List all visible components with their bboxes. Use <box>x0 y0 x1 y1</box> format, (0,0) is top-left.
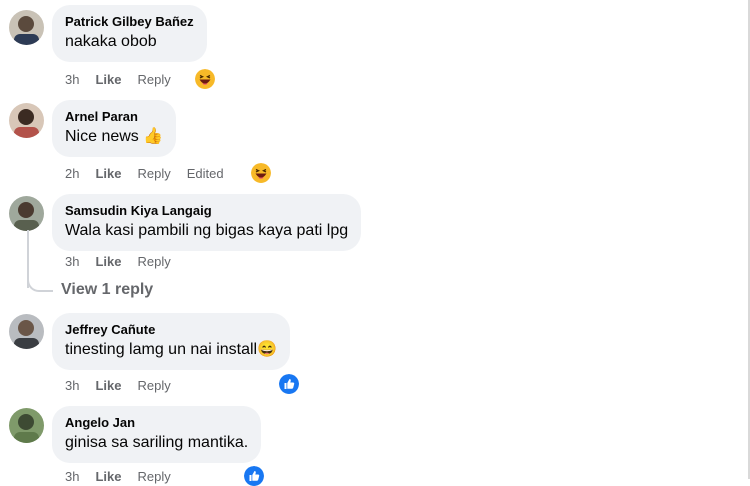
like-button[interactable]: Like <box>95 254 121 269</box>
comment-actions: 3h Like Reply <box>65 378 187 393</box>
like-button[interactable]: Like <box>95 469 121 484</box>
comment-author[interactable]: Arnel Paran <box>65 108 163 126</box>
comment-time[interactable]: 3h <box>65 254 79 269</box>
comment-time[interactable]: 3h <box>65 469 79 484</box>
comment-time[interactable]: 3h <box>65 378 79 393</box>
haha-reaction-icon[interactable] <box>251 163 271 183</box>
comment-author[interactable]: Jeffrey Cañute <box>65 321 277 339</box>
avatar[interactable] <box>9 103 44 138</box>
like-button[interactable]: Like <box>95 378 121 393</box>
comment-author[interactable]: Samsudin Kiya Langaig <box>65 202 348 220</box>
edited-label[interactable]: Edited <box>187 166 224 181</box>
comment-text: Nice news 👍 <box>65 128 164 145</box>
like-button[interactable]: Like <box>95 72 121 87</box>
reply-button[interactable]: Reply <box>137 469 170 484</box>
like-reaction-icon[interactable] <box>244 466 264 486</box>
comment-bubble: Arnel Paran Nice news 👍 <box>52 100 177 157</box>
avatar[interactable] <box>9 10 44 45</box>
haha-reaction-icon[interactable] <box>195 69 215 89</box>
comment-actions: 2h Like Reply Edited <box>65 166 240 181</box>
comment-author[interactable]: Angelo Jan <box>65 414 248 432</box>
reply-button[interactable]: Reply <box>137 72 170 87</box>
comment-time[interactable]: 2h <box>65 166 79 181</box>
comment-bubble: Samsudin Kiya Langaig Wala kasi pambili … <box>52 194 362 251</box>
comment-text: ginisa sa sariling mantika. <box>65 434 249 451</box>
comment-text: Wala kasi pambili ng bigas kaya pati lpg <box>65 222 349 239</box>
avatar[interactable] <box>9 408 44 443</box>
view-replies-link[interactable]: View 1 reply <box>61 281 153 299</box>
comment-bubble: Angelo Jan ginisa sa sariling mantika. <box>52 406 262 463</box>
comment-text: nakaka obob <box>65 33 157 50</box>
reply-button[interactable]: Reply <box>137 166 170 181</box>
comment-text: tinesting lamg un nai install😄 <box>65 341 278 358</box>
reply-button[interactable]: Reply <box>137 378 170 393</box>
comment-actions: 3h Like Reply <box>65 469 187 484</box>
reply-thread-connector <box>27 270 53 292</box>
comment-time[interactable]: 3h <box>65 72 79 87</box>
comment-actions: 3h Like Reply <box>65 254 187 269</box>
avatar[interactable] <box>9 196 44 231</box>
comment-bubble: Jeffrey Cañute tinesting lamg un nai ins… <box>52 313 291 370</box>
comment-bubble: Patrick Gilbey Bañez nakaka obob <box>52 5 207 62</box>
like-button[interactable]: Like <box>95 166 121 181</box>
comment-author[interactable]: Patrick Gilbey Bañez <box>65 13 194 31</box>
comment-actions: 3h Like Reply <box>65 72 187 87</box>
like-reaction-icon[interactable] <box>279 374 299 394</box>
avatar[interactable] <box>9 314 44 349</box>
reply-button[interactable]: Reply <box>137 254 170 269</box>
